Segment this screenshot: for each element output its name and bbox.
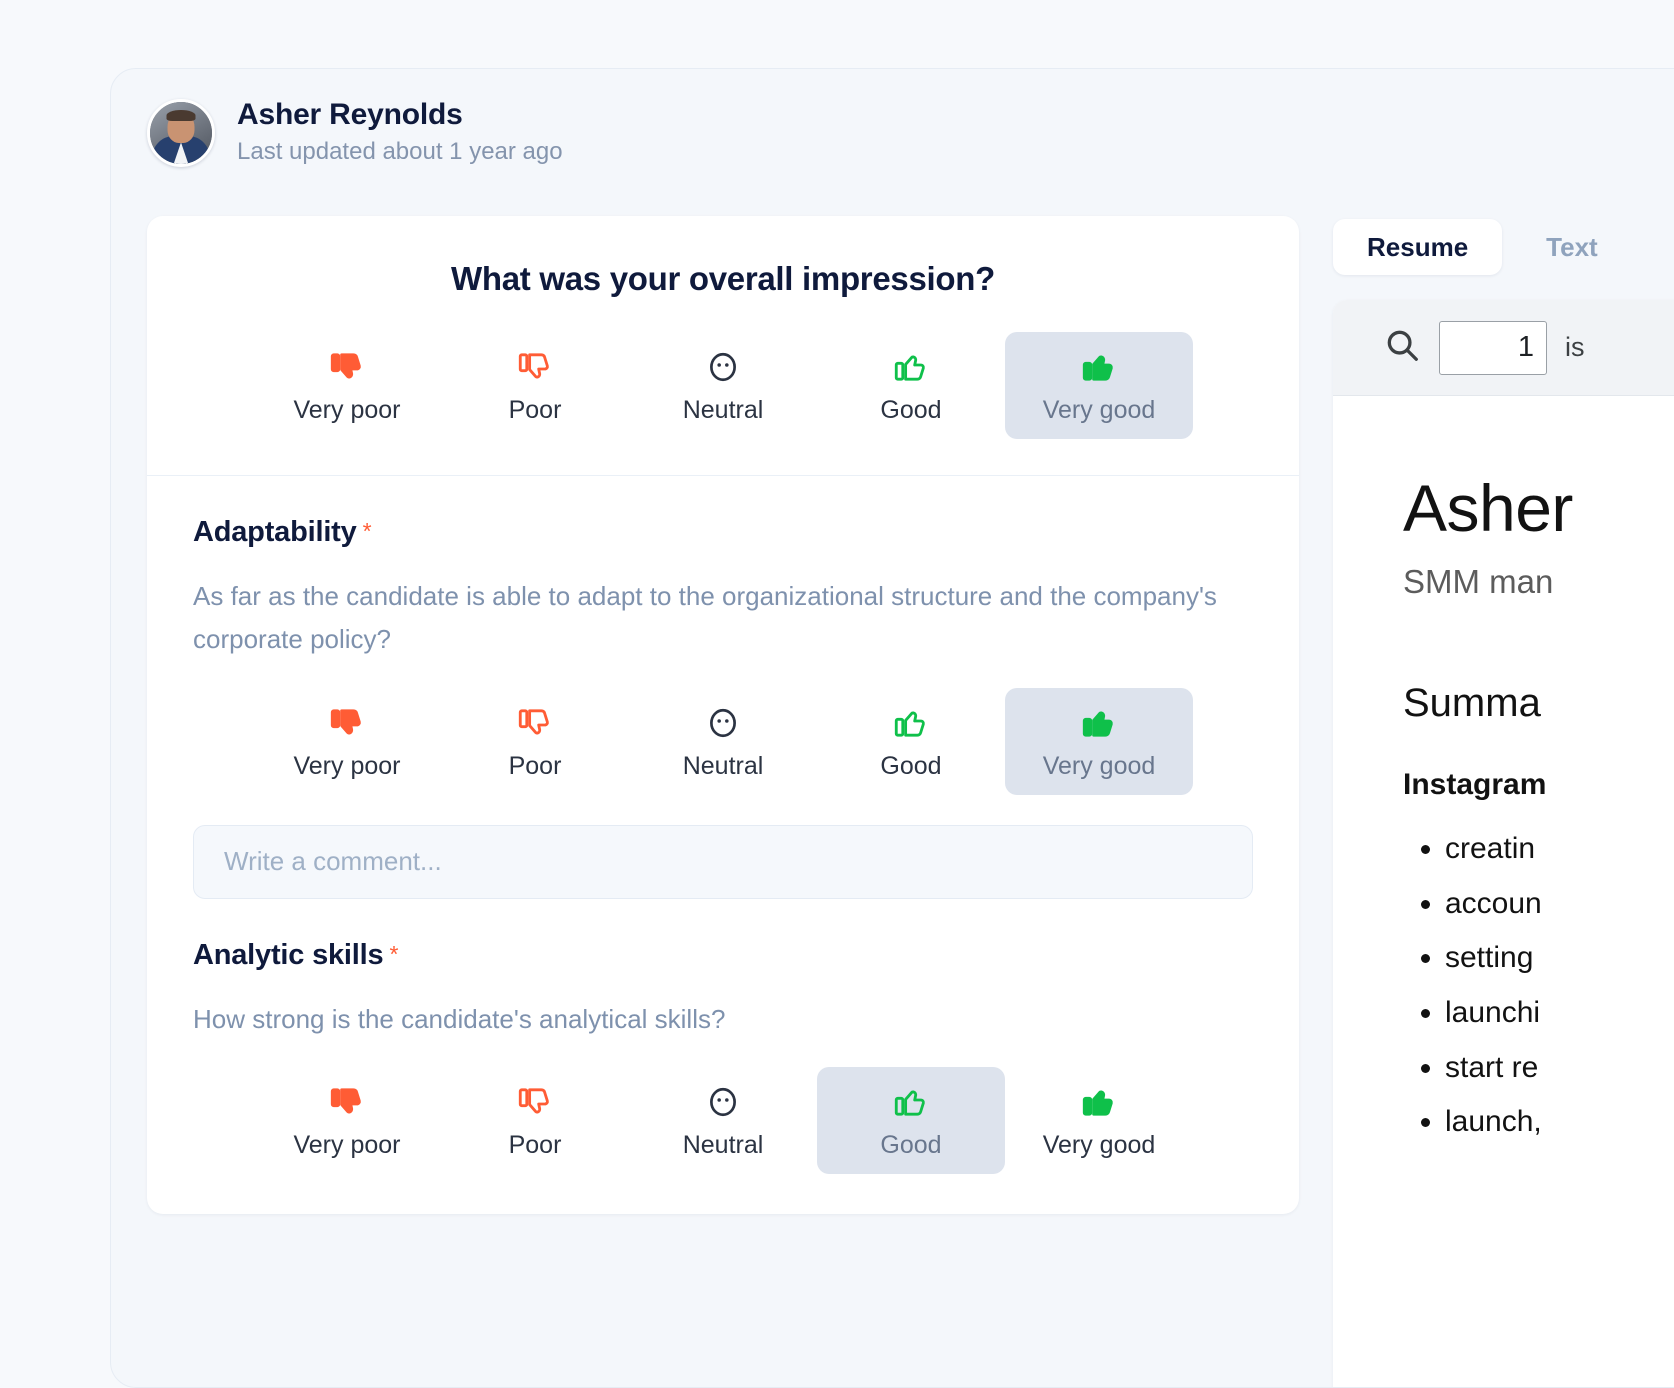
thumb-up-filled-icon <box>1082 350 1116 384</box>
rating-option-poor[interactable]: Poor <box>441 332 629 439</box>
thumb-down-filled-icon <box>330 1085 364 1119</box>
page-total-label: is <box>1565 332 1585 362</box>
thumb-up-filled-icon <box>1082 1085 1116 1119</box>
criterion-adaptability: Adaptability * As far as the candidate is… <box>147 476 1299 899</box>
thumb-down-outline-icon <box>518 350 552 384</box>
resume-document-body: Asher SMM man Summa Instagram creatin acc… <box>1333 396 1674 1144</box>
resume-panel: Resume Text 1 is Asher SMM man Summa Ins… <box>1333 216 1674 1387</box>
rating-option-good[interactable]: Good <box>817 1067 1005 1175</box>
rating-option-neutral[interactable]: Neutral <box>629 688 817 795</box>
evaluation-form-card: What was your overall impression? Very p… <box>147 216 1299 1215</box>
candidate-last-updated: Last updated about 1 year ago <box>237 138 563 165</box>
criterion-description: How strong is the candidate's analytical… <box>193 1003 726 1034</box>
resume-document-card: 1 is Asher SMM man Summa Instagram creat… <box>1333 300 1674 1387</box>
neutral-face-icon <box>706 1085 740 1119</box>
criterion-analytic-skills: Analytic skills * How strong is the candi… <box>147 899 1299 1175</box>
pdf-toolbar: 1 is <box>1333 300 1674 396</box>
rating-option-very-poor[interactable]: Very poor <box>253 688 441 795</box>
thumb-up-outline-icon <box>894 350 928 384</box>
rating-option-label: Poor <box>508 1131 562 1160</box>
rating-option-label: Good <box>880 396 942 424</box>
comment-input[interactable]: Write a comment... <box>193 824 1253 899</box>
thumb-up-outline-icon <box>894 1085 928 1119</box>
rating-option-label: Neutral <box>682 396 764 424</box>
avatar <box>147 99 215 168</box>
resume-bullet-list: creatin accoun setting launchi start re launc… <box>1403 828 1674 1144</box>
rating-option-label: Neutral <box>682 751 764 780</box>
rating-option-label: Very good <box>1042 751 1156 780</box>
rating-option-good[interactable]: Good <box>817 688 1005 795</box>
thumb-down-filled-icon <box>330 350 364 384</box>
rating-option-label: Very poor <box>293 751 401 780</box>
rating-option-poor[interactable]: Poor <box>441 688 629 795</box>
tab-resume[interactable]: Resume <box>1333 219 1503 275</box>
list-item: setting <box>1445 937 1674 980</box>
tab-text[interactable]: Text <box>1512 219 1632 275</box>
rating-option-label: Very poor <box>293 396 401 424</box>
rating-option-neutral[interactable]: Neutral <box>629 1067 817 1174</box>
resume-role: SMM man <box>1403 563 1554 601</box>
neutral-face-icon <box>706 706 740 740</box>
overall-impression-block: What was your overall impression? Very p… <box>147 216 1299 476</box>
app-card: Asher Reynolds Last updated about 1 year… <box>110 68 1674 1388</box>
candidate-header: Asher Reynolds Last updated about 1 year… <box>147 97 563 170</box>
resume-subsection-heading: Instagram <box>1403 768 1547 802</box>
resume-tabbar: Resume Text <box>1333 216 1674 278</box>
list-item: accoun <box>1445 883 1674 926</box>
criterion-title-text: Analytic skills <box>193 938 384 971</box>
rating-option-label: Good <box>880 751 942 780</box>
neutral-face-icon <box>706 350 740 384</box>
list-item: launchi <box>1445 992 1674 1035</box>
rating-option-label: Neutral <box>682 1131 764 1160</box>
avatar-hair <box>166 110 196 122</box>
thumb-down-filled-icon <box>330 706 364 740</box>
candidate-meta: Asher Reynolds Last updated about 1 year… <box>237 97 563 170</box>
criterion-description: As far as the candidate is able to adapt… <box>193 581 1217 655</box>
criterion-title: Adaptability * <box>193 516 1253 549</box>
list-item: creatin <box>1445 828 1674 871</box>
criterion-title: Analytic skills * <box>193 939 1253 972</box>
criterion-rating-scale: Very poor Poor Neutral Good Very good <box>193 1067 1253 1175</box>
thumb-down-outline-icon <box>518 1085 552 1119</box>
thumb-up-outline-icon <box>894 706 928 740</box>
rating-option-label: Poor <box>508 396 562 424</box>
rating-option-poor[interactable]: Poor <box>441 1067 629 1174</box>
rating-option-neutral[interactable]: Neutral <box>629 332 817 439</box>
rating-option-good[interactable]: Good <box>817 332 1005 439</box>
criterion-rating-scale: Very poor Poor Neutral Good Very good <box>193 687 1253 795</box>
rating-option-label: Very good <box>1042 1131 1156 1160</box>
overall-impression-question: What was your overall impression? <box>451 260 995 297</box>
rating-option-very-poor[interactable]: Very poor <box>253 1067 441 1174</box>
overall-rating-scale: Very poor Poor Neutral Good Very good <box>147 332 1299 439</box>
candidate-name: Asher Reynolds <box>237 98 463 131</box>
rating-option-label: Good <box>880 1131 942 1160</box>
rating-option-very-poor[interactable]: Very poor <box>253 332 441 439</box>
required-asterisk: * <box>389 940 399 967</box>
rating-option-label: Poor <box>508 751 562 780</box>
resume-section-heading: Summa <box>1403 681 1541 726</box>
criterion-title-text: Adaptability <box>193 516 357 548</box>
required-asterisk: * <box>362 518 372 544</box>
list-item: start re <box>1445 1047 1674 1090</box>
search-icon[interactable] <box>1383 326 1421 369</box>
rating-option-very-good[interactable]: Very good <box>1005 1067 1193 1174</box>
rating-option-very-good[interactable]: Very good <box>1005 687 1193 795</box>
thumb-up-filled-icon <box>1082 706 1116 740</box>
rating-option-label: Very poor <box>293 1131 401 1160</box>
resume-candidate-name: Asher <box>1403 471 1573 545</box>
page-number-input[interactable]: 1 <box>1439 320 1547 375</box>
thumb-down-outline-icon <box>518 706 552 740</box>
list-item: launch, <box>1445 1101 1674 1144</box>
rating-option-label: Very good <box>1042 396 1156 424</box>
rating-option-very-good[interactable]: Very good <box>1005 332 1193 439</box>
